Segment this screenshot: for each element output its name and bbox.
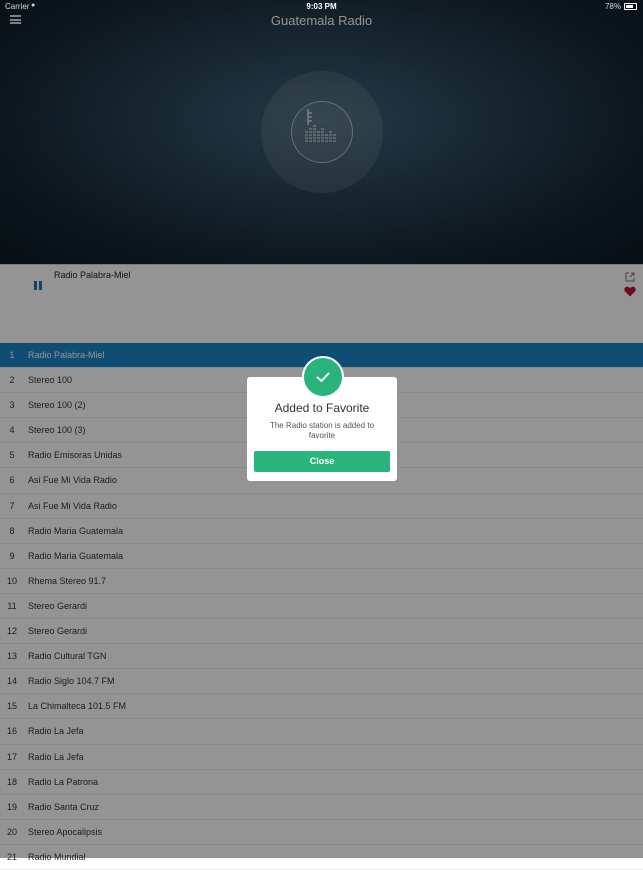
dialog-title: Added to Favorite [274,401,370,415]
status-bar: Carrier ● 9:03 PM 78% [0,0,643,12]
success-badge [302,356,344,398]
checkmark-icon [316,372,330,382]
clock: 9:03 PM [306,2,337,11]
close-button[interactable]: Close [254,451,390,472]
dialog-message: The Radio station is added to favorite [269,421,375,440]
favorite-added-dialog: Added to Favorite The Radio station is a… [247,356,397,481]
battery-percent: 78% [604,2,621,11]
battery-icon [624,3,637,10]
